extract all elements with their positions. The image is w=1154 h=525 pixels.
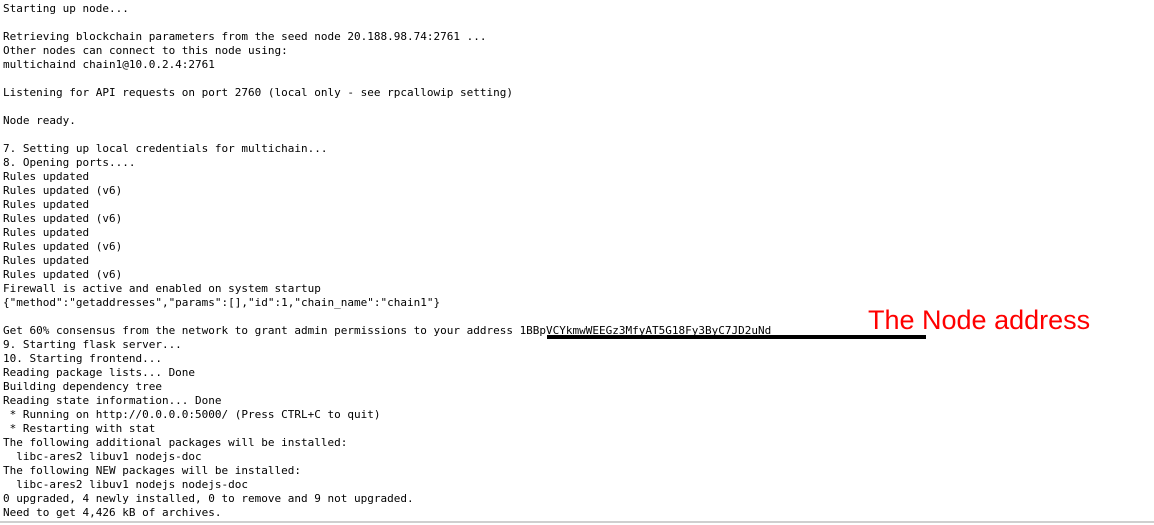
terminal-line: Other nodes can connect to this node usi… — [3, 44, 288, 57]
node-address-annotation: The Node address — [868, 305, 1091, 335]
terminal-line: Rules updated (v6) — [3, 184, 123, 197]
terminal-output: Starting up node... Retrieving blockchai… — [3, 2, 1148, 519]
terminal-line: Node ready. — [3, 114, 76, 127]
terminal-line: Starting up node... — [3, 2, 129, 15]
terminal-line: 10. Starting frontend... — [3, 352, 162, 365]
terminal-line: Retrieving blockchain parameters from th… — [3, 30, 487, 43]
terminal-line: Rules updated (v6) — [3, 240, 123, 253]
terminal-line: Firewall is active and enabled on system… — [3, 282, 321, 295]
terminal-line: multichaind chain1@10.0.2.4:2761 — [3, 58, 215, 71]
terminal-line: Rules updated — [3, 170, 90, 183]
terminal-line: Reading package lists... Done — [3, 366, 196, 379]
terminal-line: Rules updated (v6) — [3, 268, 123, 281]
terminal-line: Need to get 4,426 kB of archives. — [3, 506, 222, 519]
terminal-line: libc-ares2 libuv1 nodejs-doc — [3, 450, 202, 463]
terminal-window: { "terminal": { "lines": [ "Starting up … — [0, 0, 1154, 525]
terminal-line: 0 upgraded, 4 newly installed, 0 to remo… — [3, 492, 414, 505]
terminal-line: * Running on http://0.0.0.0:5000/ (Press… — [3, 408, 381, 421]
terminal-line: Rules updated — [3, 226, 90, 239]
terminal-line: 8. Opening ports.... — [3, 156, 136, 169]
window-bottom-border — [0, 521, 1154, 523]
consensus-message: Get 60% consensus from the network to gr… — [3, 324, 520, 337]
terminal-line: Listening for API requests on port 2760 … — [3, 86, 513, 99]
terminal-line: Rules updated (v6) — [3, 212, 123, 225]
terminal-line: 9. Starting flask server... — [3, 338, 182, 351]
terminal-line: The following additional packages will b… — [3, 436, 348, 449]
terminal-line: The following NEW packages will be insta… — [3, 464, 302, 477]
terminal-line: * Restarting with stat — [3, 422, 156, 435]
terminal-line: Rules updated — [3, 254, 90, 267]
terminal-line: Rules updated — [3, 198, 90, 211]
terminal-line: 7. Setting up local credentials for mult… — [3, 142, 328, 155]
terminal-line: Building dependency tree — [3, 380, 162, 393]
terminal-line: Reading state information... Done — [3, 394, 222, 407]
terminal-line: libc-ares2 libuv1 nodejs nodejs-doc — [3, 478, 249, 491]
